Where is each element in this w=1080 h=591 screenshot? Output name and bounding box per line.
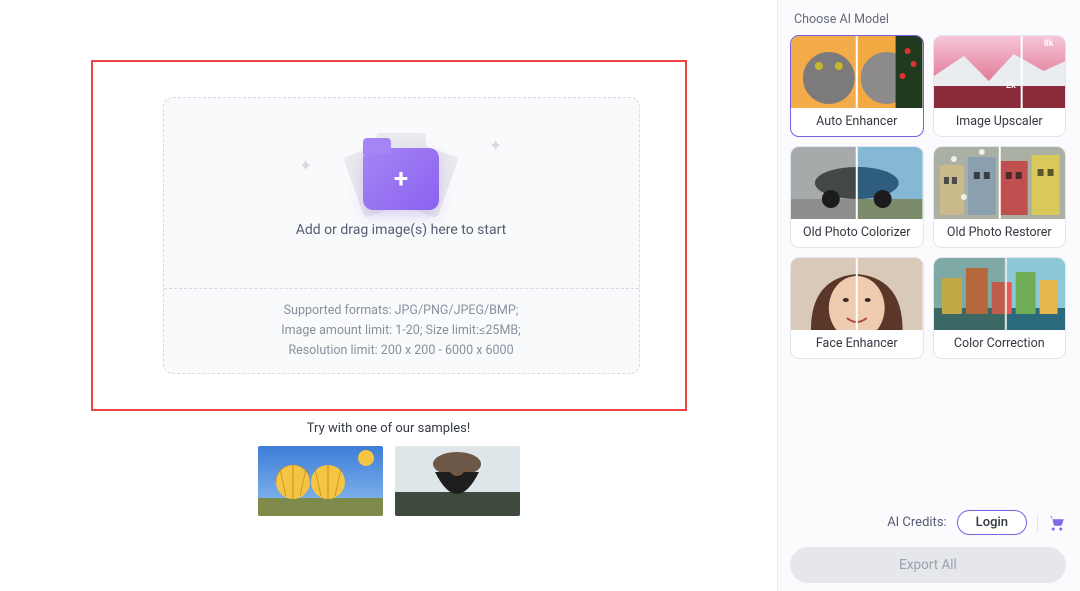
dropzone-specs: Supported formats: JPG/PNG/JPEG/BMP; Ima… (164, 288, 639, 373)
model-color-correction[interactable]: Color Correction (933, 257, 1067, 359)
svg-text:2k: 2k (1005, 81, 1015, 91)
upload-dropzone[interactable]: ✦ ✦ + Add or drag image(s) here to start… (163, 97, 640, 374)
sample-image-1[interactable] (258, 446, 383, 516)
face-enhancer-thumb (791, 258, 923, 330)
model-grid: Auto Enhancer 8k 2k Image Upscaler (790, 35, 1066, 359)
model-label: Old Photo Colorizer (803, 219, 911, 247)
credits-label: AI Credits: (887, 515, 946, 530)
image-upscaler-thumb: 8k 2k (934, 36, 1066, 108)
dropzone-upper: ✦ ✦ + Add or drag image(s) here to start (164, 98, 639, 288)
divider (1037, 514, 1038, 532)
sidebar: Choose AI Model Auto Enhancer (777, 0, 1080, 591)
auto-enhancer-thumb (791, 36, 923, 108)
model-face-enhancer[interactable]: Face Enhancer (790, 257, 924, 359)
dropzone-prompt: Add or drag image(s) here to start (296, 222, 507, 238)
samples-row (258, 446, 520, 516)
model-label: Face Enhancer (816, 330, 898, 358)
export-all-button[interactable]: Export All (790, 547, 1066, 583)
resolution-limit: Resolution limit: 200 x 200 - 6000 x 600… (174, 341, 629, 361)
model-label: Color Correction (954, 330, 1045, 358)
cart-icon[interactable] (1048, 514, 1066, 532)
model-old-photo-restorer[interactable]: Old Photo Restorer (933, 146, 1067, 248)
sidebar-bottom: AI Credits: Login Export All (790, 510, 1066, 583)
color-correction-thumb (934, 258, 1066, 330)
sidebar-title: Choose AI Model (790, 10, 1066, 35)
svg-text:8k: 8k (1043, 39, 1053, 49)
model-auto-enhancer[interactable]: Auto Enhancer (790, 35, 924, 137)
upload-highlight-frame: ✦ ✦ + Add or drag image(s) here to start… (91, 60, 687, 411)
login-button[interactable]: Login (957, 510, 1027, 535)
supported-formats: Supported formats: JPG/PNG/JPEG/BMP; (174, 301, 629, 321)
amount-size-limit: Image amount limit: 1-20; Size limit:≤25… (174, 321, 629, 341)
sample-image-2[interactable] (395, 446, 520, 516)
model-image-upscaler[interactable]: 8k 2k Image Upscaler (933, 35, 1067, 137)
samples-label: Try with one of our samples! (307, 421, 470, 436)
colorizer-thumb (791, 147, 923, 219)
credits-row: AI Credits: Login (790, 510, 1066, 535)
upload-folder-icon: ✦ ✦ + (363, 148, 439, 210)
model-old-photo-colorizer[interactable]: Old Photo Colorizer (790, 146, 924, 248)
main-panel: ✦ ✦ + Add or drag image(s) here to start… (0, 0, 777, 591)
model-label: Auto Enhancer (816, 108, 897, 136)
restorer-thumb (934, 147, 1066, 219)
plus-icon: + (394, 166, 408, 192)
model-label: Old Photo Restorer (947, 219, 1052, 247)
model-label: Image Upscaler (956, 108, 1043, 136)
